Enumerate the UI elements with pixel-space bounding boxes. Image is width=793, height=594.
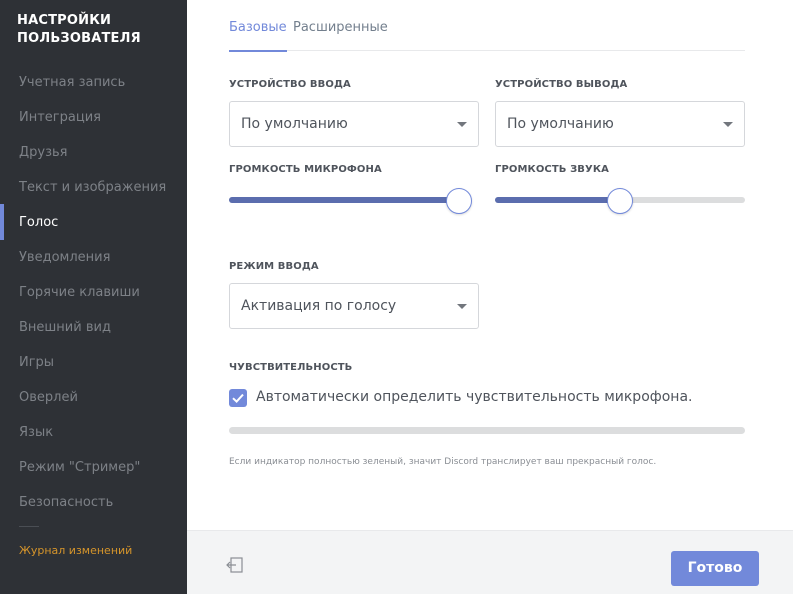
sensitivity-meter: [229, 427, 745, 434]
input-mode-label: РЕЖИМ ВВОДА: [229, 261, 319, 272]
settings-panel: Базовые Расширенные УСТРОЙСТВО ВВОДА По …: [187, 0, 793, 594]
input-device-value: По умолчанию: [241, 116, 348, 132]
chevron-down-icon: [457, 122, 467, 127]
input-mode-value: Активация по голосу: [241, 298, 397, 314]
slider-thumb[interactable]: [607, 188, 633, 214]
sidebar-title: НАСТРОЙКИ ПОЛЬЗОВАТЕЛЯ: [17, 12, 141, 48]
sidebar-item-streamer-mode[interactable]: Режим "Стример": [0, 455, 187, 490]
input-device-select[interactable]: По умолчанию: [229, 101, 479, 147]
sidebar-item-security[interactable]: Безопасность: [0, 490, 187, 525]
tab-bar: Базовые Расширенные: [229, 0, 745, 52]
sidebar-item-games[interactable]: Игры: [0, 350, 187, 385]
tab-basic[interactable]: Базовые: [229, 20, 287, 52]
sidebar-item-friends[interactable]: Друзья: [0, 140, 187, 175]
footer: Готово: [187, 530, 793, 594]
sound-volume-slider[interactable]: [495, 188, 745, 214]
sidebar-item-language[interactable]: Язык: [0, 420, 187, 455]
sidebar-item-overlay[interactable]: Оверлей: [0, 385, 187, 420]
sidebar-nav: Учетная запись Интеграция Друзья Текст и…: [0, 70, 187, 525]
slider-thumb[interactable]: [446, 188, 473, 214]
auto-sensitivity-label: Автоматически определить чувствительност…: [256, 389, 693, 405]
sensitivity-hint: Если индикатор полностью зеленый, значит…: [229, 457, 657, 467]
output-device-label: УСТРОЙСТВО ВЫВОДА: [495, 79, 628, 90]
sensitivity-label: ЧУВСТВИТЕЛЬНОСТЬ: [229, 362, 353, 373]
sidebar-item-appearance[interactable]: Внешний вид: [0, 315, 187, 350]
exit-icon[interactable]: [226, 556, 244, 574]
input-device-label: УСТРОЙСТВО ВВОДА: [229, 79, 351, 90]
chevron-down-icon: [723, 122, 733, 127]
output-device-select[interactable]: По умолчанию: [495, 101, 745, 147]
slider-fill: [495, 197, 620, 203]
sidebar-title-line2: ПОЛЬЗОВАТЕЛЯ: [17, 31, 141, 46]
tab-advanced[interactable]: Расширенные: [293, 20, 388, 35]
mic-volume-slider[interactable]: [229, 188, 473, 214]
sidebar-item-notifications[interactable]: Уведомления: [0, 245, 187, 280]
sidebar-item-keybinds[interactable]: Горячие клавиши: [0, 280, 187, 315]
sidebar-item-integration[interactable]: Интеграция: [0, 105, 187, 140]
sidebar: НАСТРОЙКИ ПОЛЬЗОВАТЕЛЯ Учетная запись Ин…: [0, 0, 187, 594]
done-button[interactable]: Готово: [671, 551, 759, 586]
output-device-value: По умолчанию: [507, 116, 614, 132]
slider-fill: [229, 197, 460, 203]
mic-volume-label: ГРОМКОСТЬ МИКРОФОНА: [229, 164, 382, 175]
input-mode-select[interactable]: Активация по голосу: [229, 283, 479, 329]
sidebar-item-account[interactable]: Учетная запись: [0, 70, 187, 105]
sidebar-item-changelog[interactable]: Журнал изменений: [19, 544, 132, 557]
sound-volume-label: ГРОМКОСТЬ ЗВУКА: [495, 164, 609, 175]
sidebar-title-line1: НАСТРОЙКИ: [17, 13, 112, 28]
sidebar-item-text-images[interactable]: Текст и изображения: [0, 175, 187, 210]
sidebar-item-voice[interactable]: Голос: [0, 204, 187, 245]
check-icon: [232, 393, 244, 404]
auto-sensitivity-checkbox[interactable]: [229, 389, 247, 407]
chevron-down-icon: [457, 304, 467, 309]
sidebar-divider: [19, 526, 39, 527]
